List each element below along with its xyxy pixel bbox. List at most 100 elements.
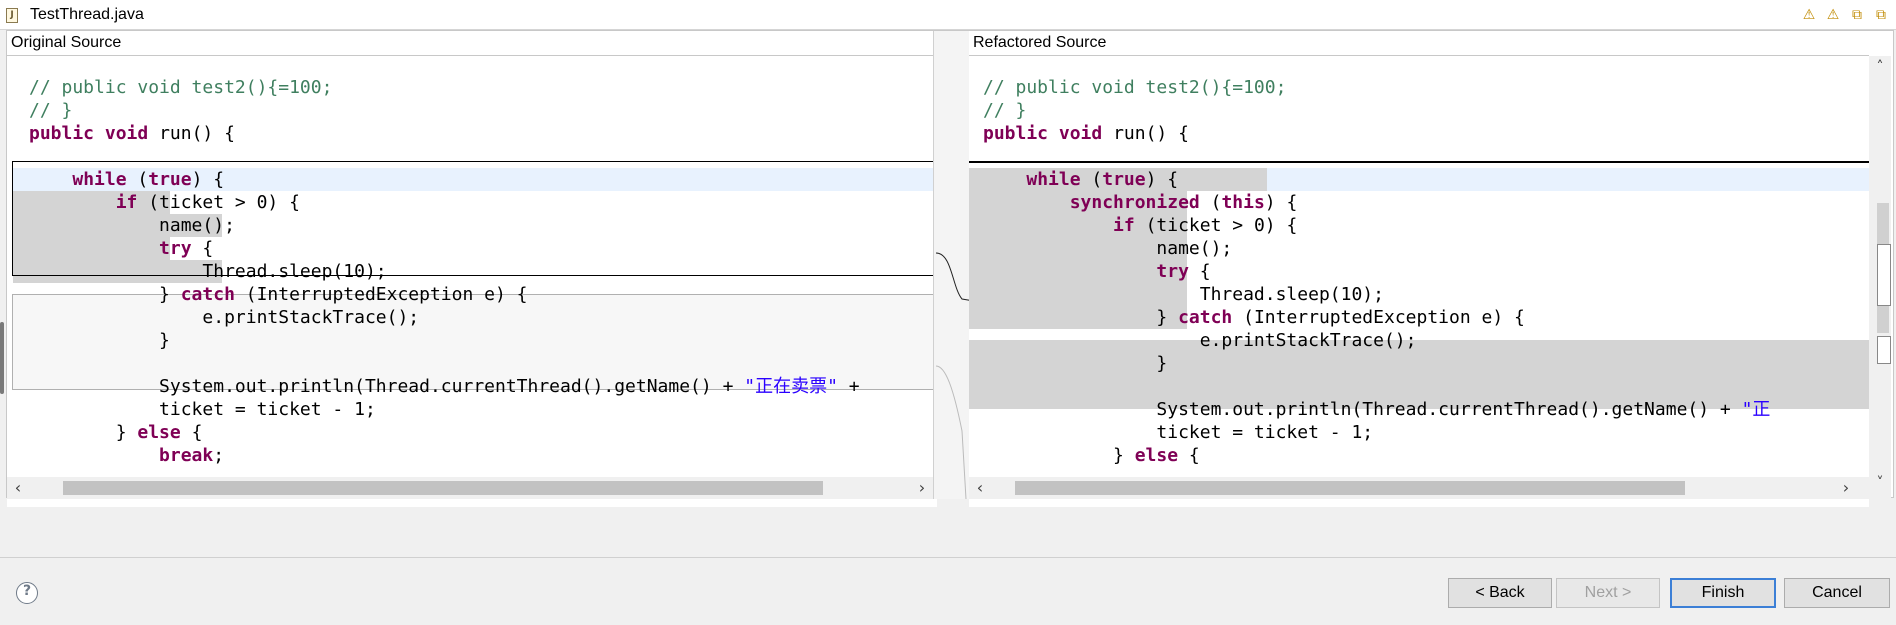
sash-handle[interactable]	[0, 322, 4, 394]
code-token: {	[1178, 445, 1200, 466]
code-token: true	[1102, 169, 1146, 190]
code-token: System.out.println(Thread.currentThread(…	[29, 376, 745, 397]
code-line: name();	[983, 237, 1232, 260]
code-line: e.printStackTrace();	[29, 306, 419, 329]
right-horizontal-scrollbar[interactable]: ‹ ›	[969, 477, 1869, 499]
code-token: ticket = ticket - 1;	[29, 399, 376, 420]
code-token: }	[29, 284, 181, 305]
code-token: try	[1156, 261, 1189, 282]
code-token: run() {	[1102, 123, 1189, 144]
code-token: true	[148, 169, 192, 190]
code-token: else	[137, 422, 181, 443]
code-token: e.printStackTrace();	[983, 330, 1417, 351]
code-token: synchronized	[1069, 192, 1200, 213]
code-line: synchronized (this) {	[983, 191, 1298, 214]
code-line: ticket = ticket - 1;	[983, 421, 1373, 444]
code-token: public	[983, 123, 1049, 144]
left-horizontal-scrollbar[interactable]: ‹ ›	[7, 477, 933, 499]
code-token: (	[1199, 192, 1222, 213]
original-source-pane[interactable]: // public void test2(){=100;// } public v…	[7, 56, 937, 507]
code-token: (	[126, 169, 149, 190]
code-line: System.out.println(Thread.currentThread(…	[983, 398, 1770, 421]
scroll-down-icon[interactable]: ˅	[1869, 472, 1891, 494]
code-token: (InterruptedException e) {	[1232, 307, 1525, 328]
code-token: {	[180, 422, 203, 443]
next-button[interactable]: Next >	[1556, 578, 1660, 608]
code-line: // }	[983, 99, 1026, 122]
code-token: (ticket > 0) {	[137, 192, 300, 213]
code-token: }	[983, 307, 1179, 328]
code-token: "正	[1741, 399, 1771, 420]
copy-right-icon[interactable]: ⧉	[1872, 6, 1890, 24]
scroll-left-icon[interactable]: ‹	[969, 477, 991, 499]
code-token: void	[104, 123, 149, 144]
code-token: break	[159, 445, 214, 466]
code-token: try	[159, 238, 192, 259]
copy-left-icon[interactable]: ⧉	[1848, 6, 1866, 24]
code-token: }	[983, 445, 1135, 466]
code-token: if	[115, 192, 138, 213]
code-token: ticket = ticket - 1;	[983, 422, 1374, 443]
code-line: } catch (InterruptedException e) {	[29, 283, 527, 306]
cancel-button[interactable]: Cancel	[1784, 578, 1890, 608]
scroll-right-icon[interactable]: ›	[1835, 477, 1857, 499]
code-line: } else {	[29, 421, 203, 444]
code-token: }	[983, 353, 1168, 374]
code-token: name();	[29, 215, 235, 236]
code-token: e.printStackTrace();	[29, 307, 420, 328]
refactored-source-pane[interactable]: // public void test2(){=100;// } public v…	[969, 56, 1869, 507]
code-line: Thread.sleep(10);	[983, 283, 1384, 306]
java-file-icon: J	[6, 8, 18, 23]
warning-down-icon[interactable]: ⚠	[1824, 6, 1842, 24]
code-line: }	[983, 352, 1167, 375]
overview-ruler-thumb[interactable]	[1877, 244, 1891, 306]
code-line: try {	[29, 237, 213, 260]
code-line: }	[29, 329, 170, 352]
compare-viewer: Original Source // public void test2(){=…	[6, 30, 1894, 507]
overview-ruler-marker	[1877, 336, 1891, 364]
code-line: Thread.sleep(10);	[29, 260, 386, 283]
code-line: while (true) {	[29, 168, 224, 191]
code-token: while	[1026, 169, 1081, 190]
code-line: } else {	[983, 444, 1200, 467]
dialog-separator	[0, 557, 1896, 558]
code-line: // }	[29, 99, 72, 122]
code-token: ) {	[1264, 192, 1298, 213]
code-token: while	[72, 169, 127, 190]
warning-up-icon[interactable]: ⚠	[1800, 6, 1818, 24]
code-token: void	[1058, 123, 1103, 144]
help-icon[interactable]: ?	[16, 582, 38, 604]
code-line: ticket = ticket - 1;	[29, 398, 376, 421]
code-token: else	[1134, 445, 1179, 466]
code-line: // public void test2(){=100;	[983, 76, 1286, 99]
code-line: while (true) {	[983, 168, 1178, 191]
code-line: name();	[29, 214, 235, 237]
scroll-right-icon[interactable]: ›	[911, 477, 933, 499]
code-token: {	[1188, 261, 1211, 282]
code-token: // }	[983, 100, 1027, 121]
code-token: +	[837, 376, 860, 397]
code-line: break;	[29, 444, 224, 467]
code-token: run() {	[148, 123, 235, 144]
code-token: public	[29, 123, 95, 144]
scroll-left-icon[interactable]: ‹	[7, 477, 29, 499]
scrollbar-thumb[interactable]	[1015, 481, 1685, 495]
code-line: if (ticket > 0) {	[983, 214, 1297, 237]
code-token: // public void test2(){=100;	[983, 77, 1287, 98]
code-line: public void run() {	[29, 122, 235, 145]
finish-button[interactable]: Finish	[1670, 578, 1776, 608]
scrollbar-thumb[interactable]	[63, 481, 823, 495]
back-button[interactable]: < Back	[1448, 578, 1552, 608]
code-line: if (ticket > 0) {	[29, 191, 300, 214]
code-line: public void run() {	[983, 122, 1189, 145]
code-token: name();	[983, 238, 1233, 259]
scroll-up-icon[interactable]: ˄	[1869, 56, 1891, 78]
file-name: TestThread.java	[30, 6, 144, 23]
